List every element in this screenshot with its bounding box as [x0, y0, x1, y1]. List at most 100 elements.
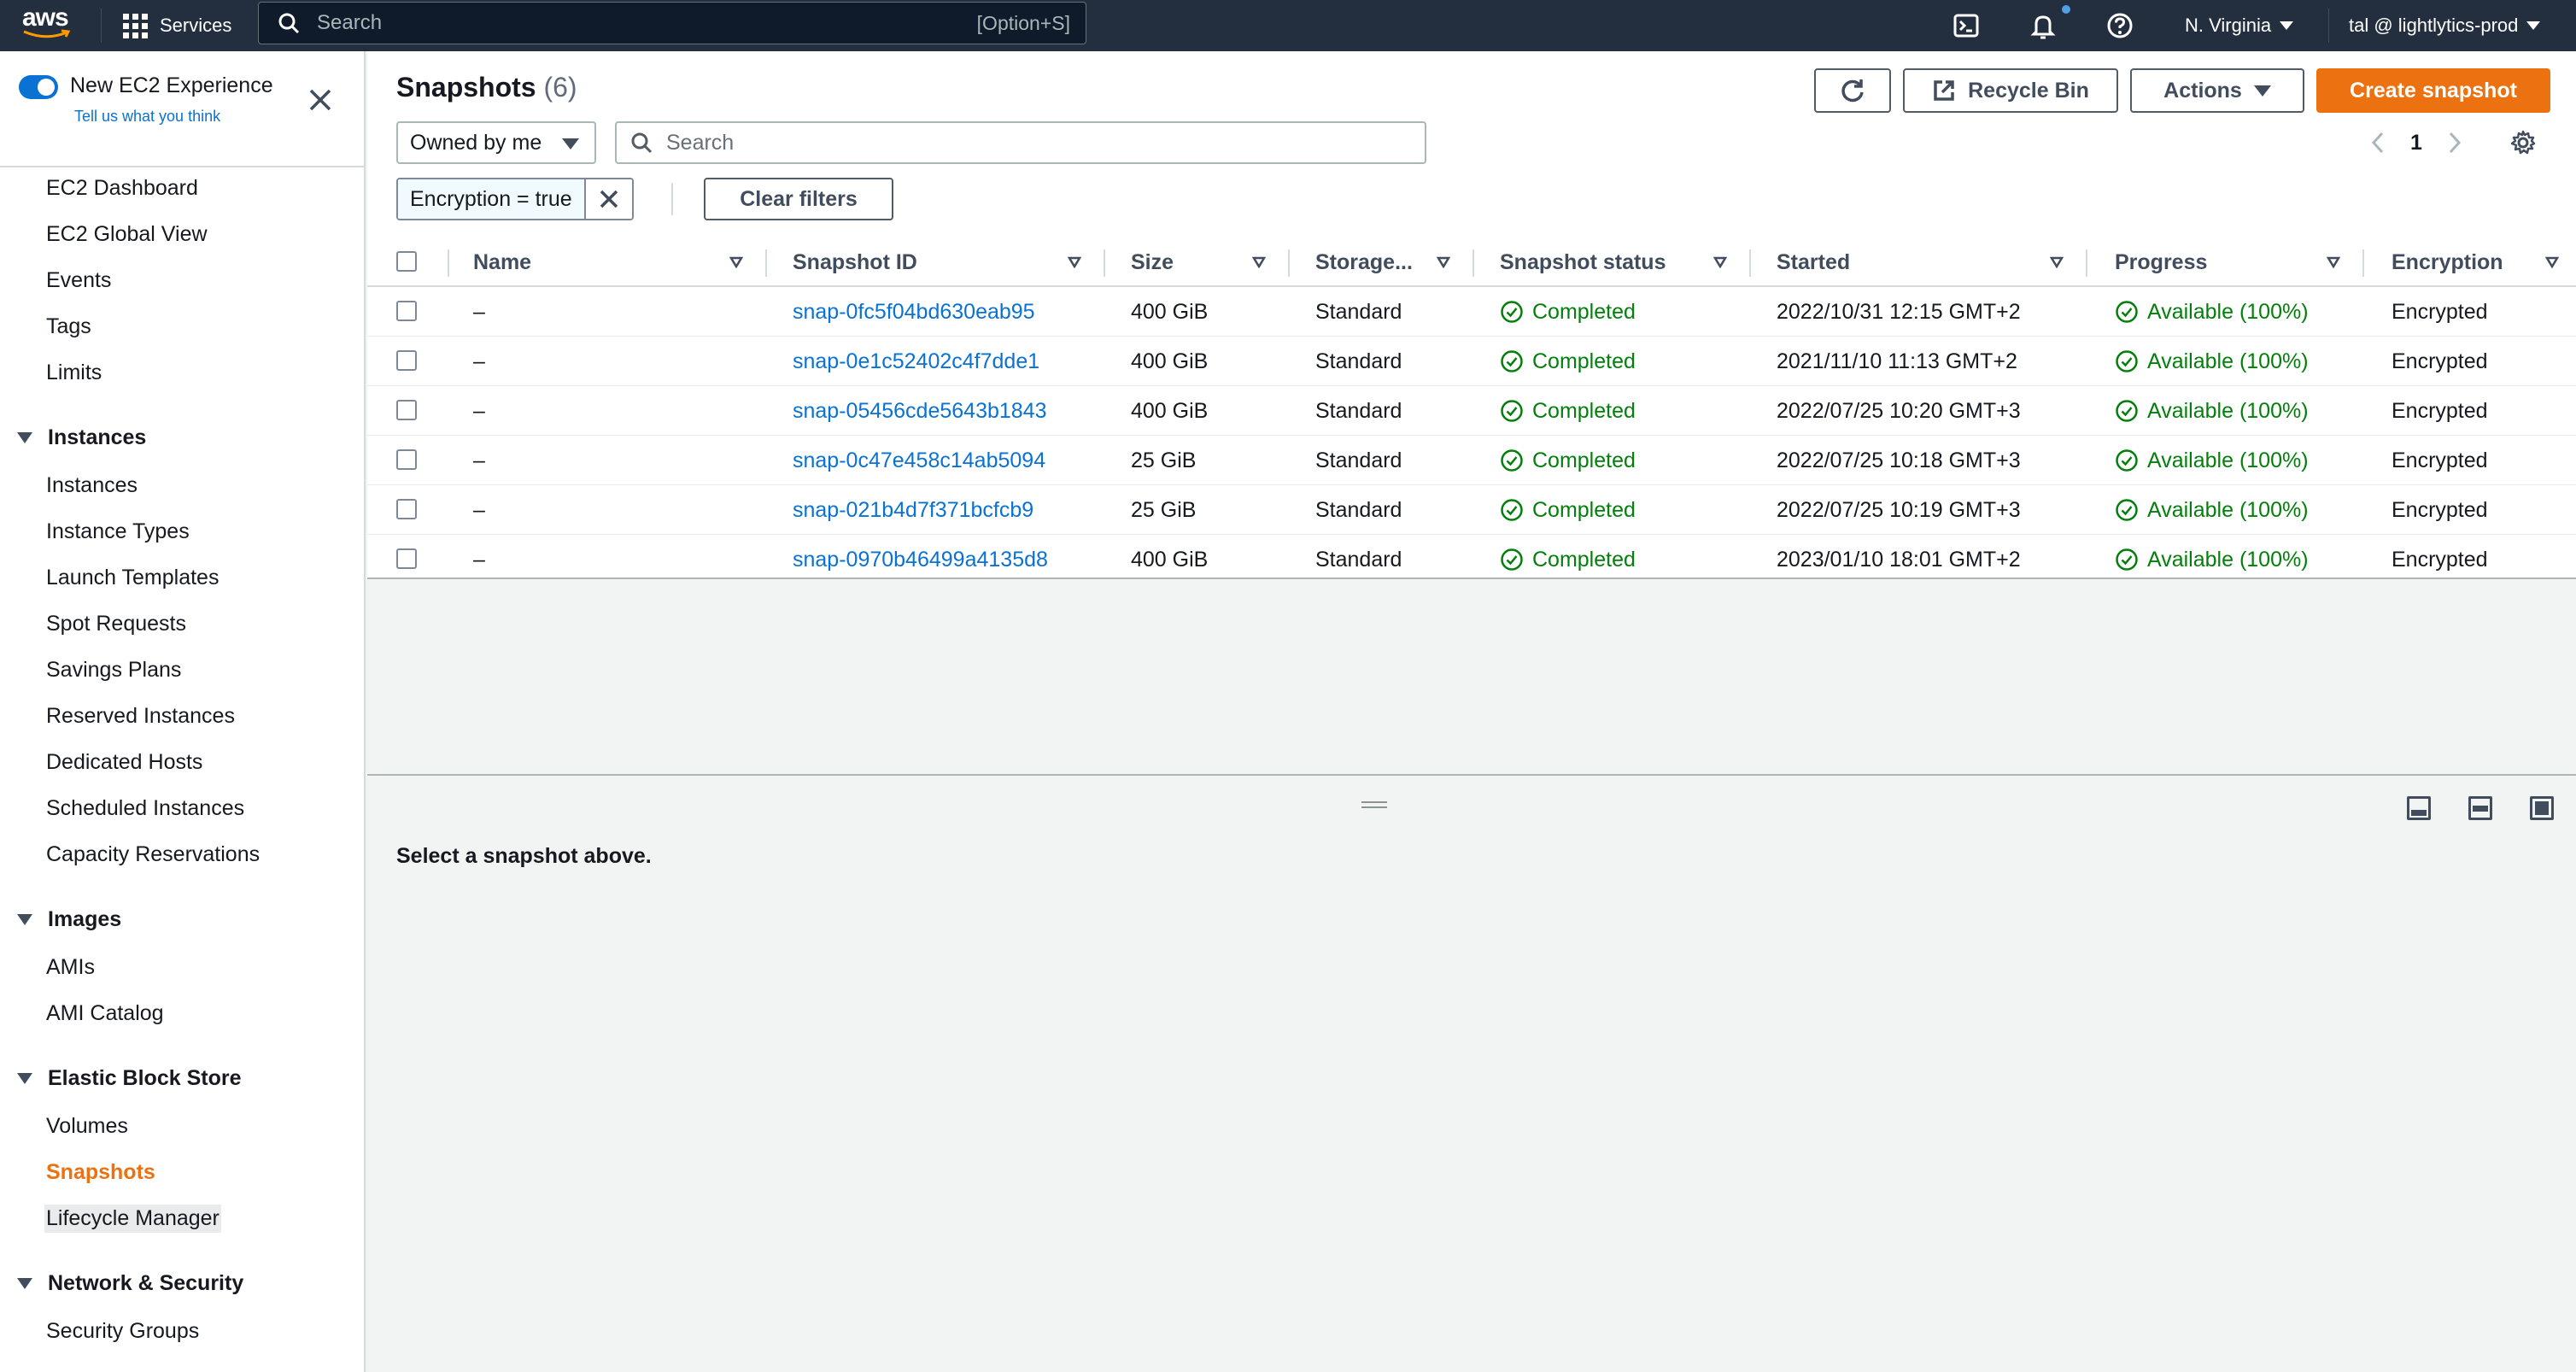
table-bottom-border — [367, 578, 2576, 579]
panel-full-icon[interactable] — [2530, 796, 2554, 820]
gear-icon[interactable] — [2509, 129, 2537, 156]
sidebar-item-instances[interactable]: Instances — [46, 473, 138, 498]
sidebar-item-capacity-reservations[interactable]: Capacity Reservations — [46, 842, 260, 867]
sidebar-section-elastic-block-store[interactable]: Elastic Block Store — [17, 1066, 241, 1091]
sidebar-section-network-security[interactable]: Network & Security — [17, 1271, 243, 1296]
row-checkbox[interactable] — [396, 400, 417, 420]
create-snapshot-button[interactable]: Create snapshot — [2316, 68, 2550, 113]
sidebar-item-amis[interactable]: AMIs — [46, 955, 95, 980]
column-header-progress[interactable]: Progress — [2115, 237, 2207, 287]
sort-icon[interactable] — [1437, 256, 1450, 268]
account-menu[interactable]: tal @ lightlytics-prod — [2349, 0, 2541, 51]
sidebar-item-instance-types[interactable]: Instance Types — [46, 519, 190, 544]
sidebar-item-ami-catalog[interactable]: AMI Catalog — [46, 1001, 164, 1026]
column-header-snapshot-status[interactable]: Snapshot status — [1500, 237, 1666, 287]
sidebar-item-snapshots[interactable]: Snapshots — [46, 1160, 155, 1185]
sidebar-item-ec2-dashboard[interactable]: EC2 Dashboard — [46, 176, 198, 201]
check-circle-icon — [2116, 301, 2138, 323]
main-content: Snapshots (6) Recycle Bin Actions Create… — [367, 51, 2576, 1372]
sidebar-item-limits[interactable]: Limits — [46, 361, 102, 385]
help-icon[interactable] — [2106, 12, 2134, 39]
sidebar-item-security-groups[interactable]: Security Groups — [46, 1319, 199, 1344]
sidebar-item-savings-plans[interactable]: Savings Plans — [46, 658, 181, 683]
filter-token-label[interactable]: Encryption = true — [398, 179, 586, 219]
row-checkbox[interactable] — [396, 548, 417, 569]
column-header-snapshot-id[interactable]: Snapshot ID — [793, 237, 917, 287]
row-checkbox[interactable] — [396, 499, 417, 519]
cell-snapshot-id-link[interactable]: snap-0e1c52402c4f7dde1 — [793, 337, 1039, 386]
sort-icon[interactable] — [1713, 256, 1727, 268]
owner-filter-select[interactable]: Owned by me — [396, 121, 596, 164]
experience-title: New EC2 Experience — [70, 73, 273, 97]
status-text: Completed — [1532, 448, 1636, 472]
column-header-started[interactable]: Started — [1777, 237, 1850, 287]
chevron-right-icon[interactable] — [2444, 130, 2465, 155]
notification-dot — [2062, 5, 2070, 14]
remove-filter-button[interactable] — [585, 179, 632, 219]
row-checkbox[interactable] — [396, 449, 417, 470]
sort-icon[interactable] — [2327, 256, 2340, 268]
sidebar-item-dedicated-hosts[interactable]: Dedicated Hosts — [46, 750, 202, 775]
sidebar-item-launch-templates[interactable]: Launch Templates — [46, 566, 219, 590]
cell-snapshot-id-link[interactable]: snap-0fc5f04bd630eab95 — [793, 287, 1035, 337]
sidebar-item-volumes[interactable]: Volumes — [46, 1114, 128, 1139]
table-row[interactable]: – snap-0c47e458c14ab5094 25 GiB Standard… — [367, 436, 2576, 485]
sort-icon[interactable] — [1252, 256, 1266, 268]
sidebar-section-instances[interactable]: Instances — [17, 425, 146, 450]
sort-icon[interactable] — [1068, 256, 1081, 268]
select-all-checkbox[interactable] — [396, 251, 417, 272]
panel-bottom-icon[interactable] — [2407, 796, 2431, 820]
table-row[interactable]: – snap-05456cde5643b1843 400 GiB Standar… — [367, 386, 2576, 436]
sort-icon[interactable] — [2050, 256, 2064, 268]
column-divider — [448, 249, 449, 277]
panel-side-icon[interactable] — [2468, 796, 2492, 820]
sidebar-section-images[interactable]: Images — [17, 907, 121, 932]
aws-logo[interactable]: aws — [22, 5, 75, 44]
resize-handle[interactable] — [1361, 801, 1387, 808]
row-checkbox[interactable] — [396, 350, 417, 371]
cell-status: Completed — [1500, 287, 1636, 337]
cell-snapshot-id-link[interactable]: snap-021b4d7f371bcfcb9 — [793, 485, 1033, 535]
sidebar-item-ec2-global-view[interactable]: EC2 Global View — [46, 222, 208, 247]
cell-snapshot-id-link[interactable]: snap-0c47e458c14ab5094 — [793, 436, 1045, 485]
sidebar-item-lifecycle-manager[interactable]: Lifecycle Manager — [44, 1205, 221, 1233]
chevron-left-icon[interactable] — [2368, 130, 2388, 155]
table-row[interactable]: – snap-0fc5f04bd630eab95 400 GiB Standar… — [367, 287, 2576, 337]
column-divider — [1104, 249, 1105, 277]
bell-icon[interactable] — [2029, 12, 2057, 39]
column-header-storage[interactable]: Storage... — [1315, 237, 1413, 287]
sort-icon[interactable] — [2545, 256, 2559, 268]
page-number[interactable]: 1 — [2410, 131, 2422, 155]
column-divider — [1749, 249, 1751, 277]
cloudshell-icon[interactable] — [1952, 12, 1980, 39]
feedback-link[interactable]: Tell us what you think — [74, 108, 220, 126]
caret-down-icon — [17, 914, 32, 925]
table-row[interactable]: – snap-021b4d7f371bcfcb9 25 GiB Standard… — [367, 485, 2576, 535]
sidebar-item-tags[interactable]: Tags — [46, 314, 91, 339]
recycle-bin-button[interactable]: Recycle Bin — [1903, 68, 2118, 113]
sidebar-item-reserved-instances[interactable]: Reserved Instances — [46, 704, 235, 729]
sidebar-item-spot-requests[interactable]: Spot Requests — [46, 612, 186, 636]
clear-filters-button[interactable]: Clear filters — [704, 178, 893, 220]
sort-icon[interactable] — [729, 256, 743, 268]
global-search-input[interactable]: Search [Option+S] — [258, 2, 1086, 44]
cell-snapshot-id-link[interactable]: snap-05456cde5643b1843 — [793, 386, 1047, 436]
new-experience-toggle[interactable] — [19, 75, 58, 99]
sidebar-item-events[interactable]: Events — [46, 268, 111, 293]
table-row[interactable]: – snap-0e1c52402c4f7dde1 400 GiB Standar… — [367, 337, 2576, 386]
refresh-button[interactable] — [1814, 68, 1891, 113]
close-icon — [600, 190, 618, 208]
owner-filter-value: Owned by me — [410, 130, 542, 155]
actions-button[interactable]: Actions — [2130, 68, 2304, 113]
column-header-name[interactable]: Name — [473, 237, 531, 287]
close-icon[interactable] — [306, 85, 335, 114]
column-divider — [2362, 249, 2364, 277]
services-menu[interactable]: Services — [123, 0, 231, 51]
row-checkbox[interactable] — [396, 301, 417, 321]
column-header-encryption[interactable]: Encryption — [2392, 237, 2503, 287]
region-selector[interactable]: N. Virginia — [2185, 0, 2294, 51]
column-header-size[interactable]: Size — [1131, 237, 1174, 287]
progress-text: Available (100%) — [2147, 497, 2309, 522]
sidebar-item-scheduled-instances[interactable]: Scheduled Instances — [46, 796, 244, 821]
snapshot-search-input[interactable]: Search — [615, 121, 1426, 164]
